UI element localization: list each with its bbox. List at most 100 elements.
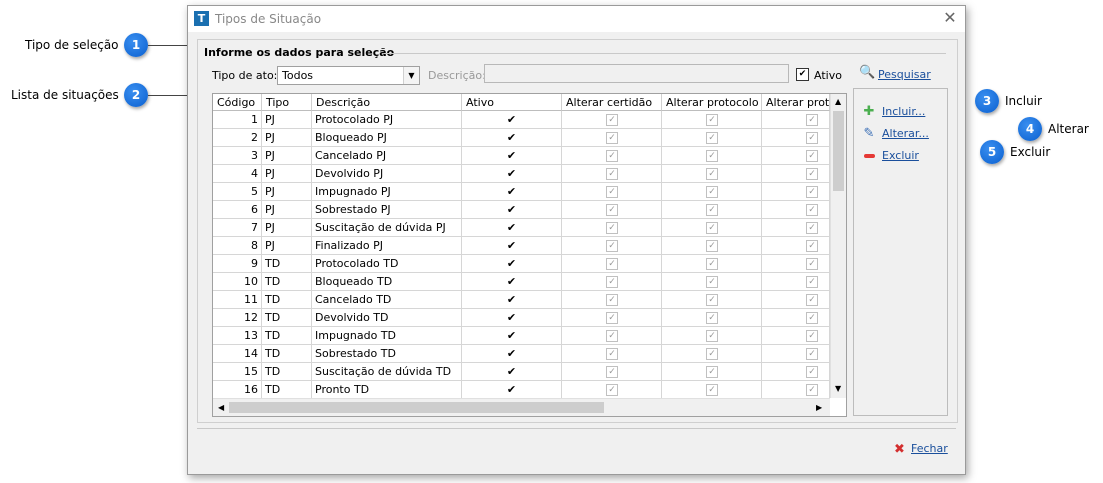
cell-codigo: 11: [213, 291, 262, 309]
table-row[interactable]: 12 TD Devolvido TD ✔ ✓ ✓ ✓: [213, 309, 830, 327]
cell-alterar-protocolo: ✓: [662, 111, 762, 129]
disabled-check-icon: ✓: [706, 204, 718, 216]
cell-alterar-certidao: ✓: [562, 327, 662, 345]
ativo-check-icon: ✔: [506, 167, 517, 180]
alterar-label: Alterar...: [882, 127, 929, 140]
excluir-label: Excluir: [882, 149, 919, 162]
column-header-alterar-certidao[interactable]: Alterar certidão: [562, 94, 662, 111]
ativo-check-icon: ✔: [506, 257, 517, 270]
cell-codigo: 5: [213, 183, 262, 201]
cell-alterar-protoc: ✓: [762, 291, 830, 309]
cell-ativo: ✔: [462, 255, 562, 273]
cell-codigo: 13: [213, 327, 262, 345]
column-header-ativo[interactable]: Ativo: [462, 94, 562, 111]
cell-alterar-protocolo: ✓: [662, 147, 762, 165]
column-header-codigo[interactable]: Código: [213, 94, 262, 111]
ativo-check-icon: ✔: [506, 221, 517, 234]
plus-icon: ✚: [863, 104, 875, 119]
cell-alterar-protocolo: ✓: [662, 309, 762, 327]
cell-alterar-protoc: ✓: [762, 237, 830, 255]
cell-ativo: ✔: [462, 363, 562, 381]
cell-ativo: ✔: [462, 273, 562, 291]
table-row[interactable]: 6 PJ Sobrestado PJ ✔ ✓ ✓ ✓: [213, 201, 830, 219]
scroll-left-icon[interactable]: ◀: [218, 403, 224, 412]
disabled-check-icon: ✓: [706, 132, 718, 144]
ativo-check-icon: ✔: [506, 113, 517, 126]
table-row[interactable]: 5 PJ Impugnado PJ ✔ ✓ ✓ ✓: [213, 183, 830, 201]
chevron-down-icon[interactable]: ▼: [403, 67, 419, 84]
cell-ativo: ✔: [462, 165, 562, 183]
cell-tipo: TD: [262, 255, 312, 273]
cell-tipo: PJ: [262, 147, 312, 165]
scroll-down-icon[interactable]: ▼: [835, 384, 841, 393]
tipo-ato-select[interactable]: Todos ▼: [277, 66, 420, 85]
cell-alterar-protocolo: ✓: [662, 291, 762, 309]
cell-descricao: Impugnado TD: [312, 327, 462, 345]
cell-codigo: 1: [213, 111, 262, 129]
table-row[interactable]: 13 TD Impugnado TD ✔ ✓ ✓ ✓: [213, 327, 830, 345]
table-row[interactable]: 15 TD Suscitação de dúvida TD ✔ ✓ ✓ ✓: [213, 363, 830, 381]
cell-alterar-protoc: ✓: [762, 147, 830, 165]
scroll-right-icon[interactable]: ▶: [816, 403, 822, 412]
cell-alterar-certidao: ✓: [562, 381, 662, 399]
table-row[interactable]: 4 PJ Devolvido PJ ✔ ✓ ✓ ✓: [213, 165, 830, 183]
disabled-check-icon: ✓: [606, 222, 618, 234]
ativo-checkbox[interactable]: ✔: [796, 68, 809, 81]
disabled-check-icon: ✓: [606, 276, 618, 288]
search-icon: 🔍: [859, 65, 876, 80]
vertical-scroll-thumb[interactable]: [833, 111, 844, 191]
pesquisar-button[interactable]: Pesquisar: [878, 68, 931, 81]
cell-alterar-protocolo: ✓: [662, 183, 762, 201]
disabled-check-icon: ✓: [606, 240, 618, 252]
cell-alterar-protocolo: ✓: [662, 237, 762, 255]
cell-codigo: 15: [213, 363, 262, 381]
ativo-check-icon: ✔: [506, 383, 517, 396]
incluir-label: Incluir...: [882, 105, 926, 118]
scroll-up-icon[interactable]: ▲: [835, 97, 841, 106]
table-row[interactable]: 8 PJ Finalizado PJ ✔ ✓ ✓ ✓: [213, 237, 830, 255]
fechar-button[interactable]: Fechar: [911, 442, 948, 455]
descricao-input[interactable]: [484, 64, 789, 83]
horizontal-scroll-thumb[interactable]: [229, 402, 604, 413]
disabled-check-icon: ✓: [706, 366, 718, 378]
vertical-scrollbar[interactable]: ▲ ▼: [830, 94, 846, 398]
cell-descricao: Protocolado PJ: [312, 111, 462, 129]
table-row[interactable]: 1 PJ Protocolado PJ ✔ ✓ ✓ ✓: [213, 111, 830, 129]
cell-alterar-certidao: ✓: [562, 291, 662, 309]
tipo-ato-label: Tipo de ato:: [212, 69, 278, 82]
ativo-check-icon: ✔: [506, 347, 517, 360]
tipo-ato-value: Todos: [282, 69, 314, 82]
disabled-check-icon: ✓: [706, 114, 718, 126]
disabled-check-icon: ✓: [606, 150, 618, 162]
cell-tipo: TD: [262, 345, 312, 363]
cell-ativo: ✔: [462, 327, 562, 345]
cell-alterar-protocolo: ✓: [662, 219, 762, 237]
disabled-check-icon: ✓: [606, 258, 618, 270]
table-row[interactable]: 7 PJ Suscitação de dúvida PJ ✔ ✓ ✓ ✓: [213, 219, 830, 237]
disabled-check-icon: ✓: [606, 384, 618, 396]
table-row[interactable]: 9 TD Protocolado TD ✔ ✓ ✓ ✓: [213, 255, 830, 273]
table-row[interactable]: 16 TD Pronto TD ✔ ✓ ✓ ✓: [213, 381, 830, 399]
table-row[interactable]: 3 PJ Cancelado PJ ✔ ✓ ✓ ✓: [213, 147, 830, 165]
disabled-check-icon: ✓: [806, 186, 818, 198]
column-header-alterar-protocolo[interactable]: Alterar protocolo ...: [662, 94, 762, 111]
cell-codigo: 16: [213, 381, 262, 399]
cell-descricao: Pronto TD: [312, 381, 462, 399]
disabled-check-icon: ✓: [606, 114, 618, 126]
column-header-descricao[interactable]: Descrição: [312, 94, 462, 111]
ativo-check-icon: ✔: [506, 131, 517, 144]
cell-tipo: PJ: [262, 219, 312, 237]
close-icon[interactable]: ✕: [940, 8, 960, 28]
column-header-alterar-protoc[interactable]: Alterar protoc: [762, 94, 830, 111]
table-row[interactable]: 11 TD Cancelado TD ✔ ✓ ✓ ✓: [213, 291, 830, 309]
ativo-check-icon: ✔: [506, 203, 517, 216]
table-row[interactable]: 14 TD Sobrestado TD ✔ ✓ ✓ ✓: [213, 345, 830, 363]
cell-alterar-protoc: ✓: [762, 363, 830, 381]
horizontal-scrollbar[interactable]: ◀ ▶: [213, 398, 830, 416]
cell-descricao: Devolvido TD: [312, 309, 462, 327]
column-header-tipo[interactable]: Tipo: [262, 94, 312, 111]
cell-tipo: TD: [262, 363, 312, 381]
table-row[interactable]: 2 PJ Bloqueado PJ ✔ ✓ ✓ ✓: [213, 129, 830, 147]
cell-alterar-protoc: ✓: [762, 165, 830, 183]
table-row[interactable]: 10 TD Bloqueado TD ✔ ✓ ✓ ✓: [213, 273, 830, 291]
